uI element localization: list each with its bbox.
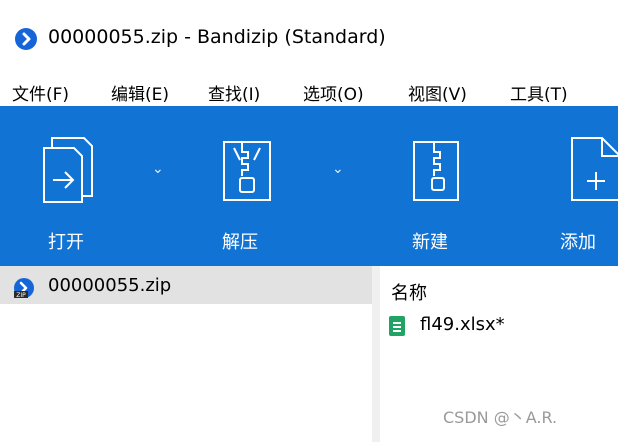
svg-text:ZIP: ZIP [16,292,26,299]
window-title: 00000055.zip - Bandizip (Standard) [48,26,386,48]
menu-bar: 文件(F) 编辑(E) 查找(I) 选项(O) 视图(V) 工具(T) [0,76,618,106]
menu-find[interactable]: 查找(I) [208,80,260,105]
new-archive-icon [408,134,466,204]
column-header-name[interactable]: 名称 [391,279,427,305]
extract-icon [218,134,276,204]
file-row[interactable]: fl49.xlsx* [380,312,618,342]
menu-file[interactable]: 文件(F) [12,80,69,105]
open-icon [38,134,96,204]
open-label: 打开 [48,232,84,253]
add-button[interactable]: 添加 [560,106,618,266]
add-label: 添加 [560,232,596,253]
folder-tree-pane: ZIP 00000055.zip [0,266,372,442]
extract-label: 解压 [222,232,258,253]
open-dropdown-chevron-icon[interactable]: ⌄ [152,161,164,177]
tree-item-archive[interactable]: ZIP 00000055.zip [0,266,372,304]
menu-options[interactable]: 选项(O) [303,80,364,105]
title-bar: 00000055.zip - Bandizip (Standard) [0,0,618,76]
extract-button[interactable]: 解压 [212,106,362,266]
new-archive-label: 新建 [412,232,448,253]
open-button[interactable]: 打开 [30,106,180,266]
tree-item-label: 00000055.zip [48,275,172,296]
add-icon [568,134,618,204]
pane-splitter[interactable] [372,266,380,442]
file-name: fl49.xlsx* [420,314,505,335]
xlsx-file-icon [389,316,405,336]
bandizip-app-icon [15,28,37,50]
toolbar: 打开 ⌄ 解压 ⌄ 新建 添加 [0,106,618,266]
watermark: CSDN @丶A.R. [443,408,558,427]
menu-edit[interactable]: 编辑(E) [111,80,169,105]
new-archive-button[interactable]: 新建 [404,106,524,266]
menu-view[interactable]: 视图(V) [408,80,467,105]
extract-dropdown-chevron-icon[interactable]: ⌄ [332,161,344,177]
zip-archive-icon: ZIP [13,277,35,299]
menu-tools[interactable]: 工具(T) [510,80,568,105]
